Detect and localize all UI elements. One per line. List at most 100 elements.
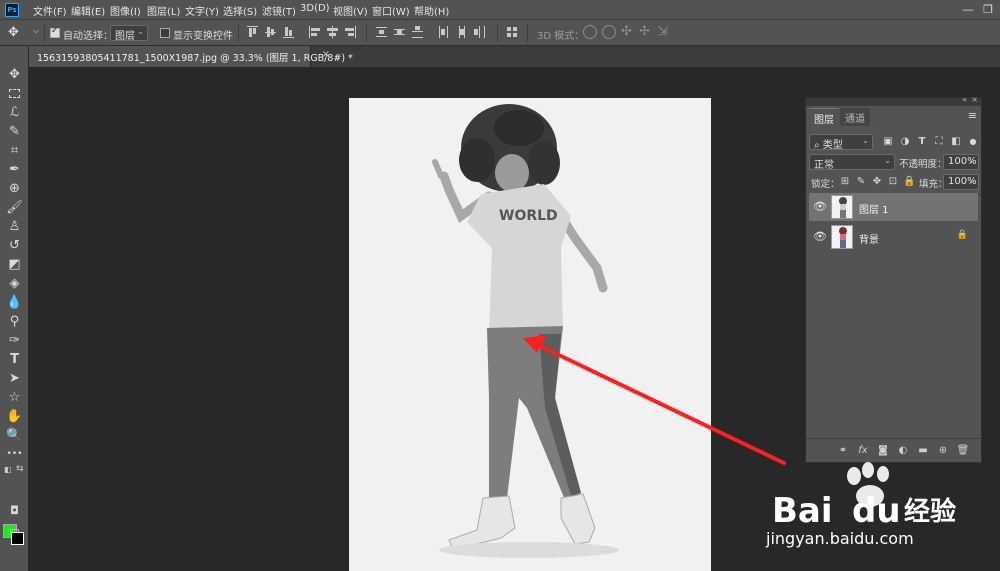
blur-tool-icon[interactable]: 💧 bbox=[5, 294, 24, 311]
layer-name[interactable]: 图层 1 bbox=[859, 201, 889, 216]
menu-window[interactable]: 窗口(W) bbox=[372, 3, 410, 18]
add-mask-icon[interactable]: ◙ bbox=[876, 444, 890, 458]
delete-layer-icon[interactable]: 🗑 bbox=[956, 444, 970, 458]
distribute-hcenter-icon[interactable] bbox=[456, 26, 467, 38]
filter-pixel-icon[interactable]: ▣ bbox=[882, 136, 894, 148]
brush-tool-icon[interactable]: 🖌 bbox=[5, 199, 24, 216]
history-brush-tool-icon[interactable]: ↺ bbox=[5, 237, 24, 254]
filter-adjustment-icon[interactable]: ◑ bbox=[899, 136, 911, 148]
3d-rotate-icon[interactable] bbox=[583, 25, 597, 39]
crop-tool-icon[interactable]: ⌗ bbox=[5, 142, 24, 159]
distribute-right-icon[interactable] bbox=[474, 26, 485, 38]
options-bar: ✥ ⌵ 自动选择： 图层 ⌄ 显示变换控件 3D 模式： ✣ ✢ ⇲ bbox=[0, 20, 1000, 46]
new-group-icon[interactable]: ▬ bbox=[916, 444, 930, 458]
filter-shape-icon[interactable]: ⛶ bbox=[933, 136, 945, 148]
lock-artboard-icon[interactable]: ⊡ bbox=[887, 176, 899, 188]
opacity-input[interactable]: 100% ⌄ bbox=[943, 154, 979, 170]
auto-select-target-select[interactable]: 图层 ⌄ bbox=[110, 25, 148, 42]
filter-smart-object-icon[interactable]: ◧ bbox=[950, 136, 962, 148]
menu-image[interactable]: 图像(I) bbox=[110, 3, 141, 18]
healing-brush-tool-icon[interactable]: ⊕ bbox=[5, 180, 24, 197]
align-vcenter-icon[interactable] bbox=[265, 26, 276, 38]
filter-kind-select[interactable]: ⌕ 类型 ⌄ bbox=[809, 134, 873, 151]
tab-channels[interactable]: 通道 bbox=[840, 108, 870, 126]
menu-filter[interactable]: 滤镜(T) bbox=[262, 3, 296, 18]
restore-button[interactable]: ❐ bbox=[980, 2, 996, 18]
dodge-tool-icon[interactable]: ⚲ bbox=[5, 313, 24, 330]
menu-select[interactable]: 选择(S) bbox=[223, 3, 257, 18]
quick-select-tool-icon[interactable]: ✎ bbox=[5, 123, 24, 140]
3d-drag-icon[interactable]: ✣ bbox=[621, 24, 632, 39]
align-bottom-icon[interactable] bbox=[283, 26, 294, 38]
align-hcenter-icon[interactable] bbox=[327, 26, 338, 38]
distribute-left-icon[interactable] bbox=[438, 26, 449, 38]
visibility-eye-icon[interactable]: 👁 bbox=[813, 200, 827, 213]
quick-mask-icon[interactable]: ◘ bbox=[5, 502, 24, 519]
filter-type-icon[interactable]: T bbox=[916, 136, 928, 148]
more-tools-icon[interactable]: ••• bbox=[5, 446, 24, 463]
link-layers-icon[interactable]: ⚭ bbox=[836, 444, 850, 458]
blend-mode-select[interactable]: 正常 ⌄ bbox=[809, 154, 895, 171]
distribute-bottom-icon[interactable] bbox=[412, 26, 423, 38]
menu-layer[interactable]: 图层(L) bbox=[147, 3, 180, 18]
marquee-tool-icon[interactable] bbox=[5, 85, 24, 102]
auto-select-checkbox[interactable] bbox=[50, 26, 60, 38]
screen-mode-icon[interactable]: ▭ bbox=[5, 522, 24, 539]
3d-slide-icon[interactable]: ✢ bbox=[639, 24, 650, 39]
align-top-icon[interactable] bbox=[247, 26, 258, 38]
adjustment-layer-icon[interactable]: ◐ bbox=[896, 444, 910, 458]
lock-all-icon[interactable]: 🔒 bbox=[903, 176, 915, 188]
menu-view[interactable]: 视图(V) bbox=[333, 3, 368, 18]
zoom-tool-icon[interactable]: 🔍 bbox=[5, 427, 24, 444]
collapse-icon[interactable]: « bbox=[962, 95, 967, 104]
minimize-button[interactable]: — bbox=[960, 2, 976, 18]
show-transform-checkbox[interactable] bbox=[160, 28, 170, 38]
lasso-tool-icon[interactable]: ℒ bbox=[5, 104, 24, 121]
fill-input[interactable]: 100% ⌄ bbox=[943, 174, 979, 190]
chevron-down-icon[interactable]: ⌵ bbox=[33, 26, 39, 36]
layer-style-fx-icon[interactable]: fx bbox=[856, 444, 870, 458]
panel-menu-icon[interactable]: ≡ bbox=[968, 109, 977, 122]
move-tool-icon[interactable]: ✥ bbox=[5, 66, 24, 83]
pen-tool-icon[interactable]: ✑ bbox=[5, 332, 24, 349]
lock-pixels-icon[interactable]: ✎ bbox=[855, 176, 867, 188]
lock-transparent-icon[interactable]: ⊞ bbox=[839, 176, 851, 188]
lock-position-icon[interactable]: ✥ bbox=[871, 176, 883, 188]
path-select-tool-icon[interactable]: ➤ bbox=[5, 370, 24, 387]
swap-colors-icon[interactable]: ⇆ bbox=[16, 464, 24, 474]
eyedropper-tool-icon[interactable]: ✒ bbox=[5, 161, 24, 178]
distribute-vcenter-icon[interactable] bbox=[394, 26, 405, 38]
menu-type[interactable]: 文字(Y) bbox=[185, 3, 219, 18]
eraser-tool-icon[interactable]: ◩ bbox=[5, 256, 24, 273]
menu-help[interactable]: 帮助(H) bbox=[414, 3, 449, 18]
menu-3d[interactable]: 3D(D) bbox=[300, 3, 330, 14]
type-tool-icon[interactable]: T bbox=[5, 351, 24, 368]
tool-panel: ✥ ℒ ✎ ⌗ ✒ ⊕ 🖌 ♙ ↺ ◩ ◈ 💧 ⚲ ✑ T ➤ ☆ ✋ 🔍 ••… bbox=[0, 46, 29, 571]
document-tab-title: 15631593805411781_1500X1987.jpg @ 33.3% … bbox=[37, 53, 353, 64]
document-tab[interactable]: 15631593805411781_1500X1987.jpg @ 33.3% … bbox=[29, 46, 353, 67]
3d-scale-icon[interactable]: ⇲ bbox=[657, 24, 668, 39]
default-colors-icon[interactable]: ◧ bbox=[4, 465, 12, 474]
tab-layers[interactable]: 图层 bbox=[809, 108, 839, 126]
paint-bucket-tool-icon[interactable]: ◈ bbox=[5, 275, 24, 292]
shape-tool-icon[interactable]: ☆ bbox=[5, 389, 24, 406]
layer-name[interactable]: 背景 bbox=[859, 231, 879, 246]
close-icon[interactable]: × bbox=[322, 49, 330, 60]
align-right-icon[interactable] bbox=[345, 26, 356, 38]
new-layer-icon[interactable]: ⊕ bbox=[936, 444, 950, 458]
hand-tool-icon[interactable]: ✋ bbox=[5, 408, 24, 425]
distribute-top-icon[interactable] bbox=[376, 26, 387, 38]
menu-edit[interactable]: 编辑(E) bbox=[71, 3, 105, 18]
close-panel-icon[interactable]: × bbox=[971, 95, 978, 104]
layer-row-layer1[interactable]: 👁 图层 1 bbox=[809, 193, 978, 221]
menu-file[interactable]: 文件(F) bbox=[33, 3, 67, 18]
move-tool-preset-icon[interactable]: ✥ bbox=[8, 25, 19, 40]
auto-align-icon[interactable] bbox=[507, 26, 518, 38]
align-left-icon[interactable] bbox=[309, 26, 320, 38]
visibility-eye-icon[interactable]: 👁 bbox=[813, 230, 827, 243]
3d-roll-icon[interactable] bbox=[602, 25, 616, 39]
baidu-jingyan-watermark: Bai du 经验 jingyan.baidu.com bbox=[762, 462, 1000, 571]
clone-stamp-tool-icon[interactable]: ♙ bbox=[5, 218, 24, 235]
layer-row-background[interactable]: 👁 背景 🔒 bbox=[809, 223, 978, 251]
filter-toggle-icon[interactable]: ● bbox=[967, 136, 979, 148]
